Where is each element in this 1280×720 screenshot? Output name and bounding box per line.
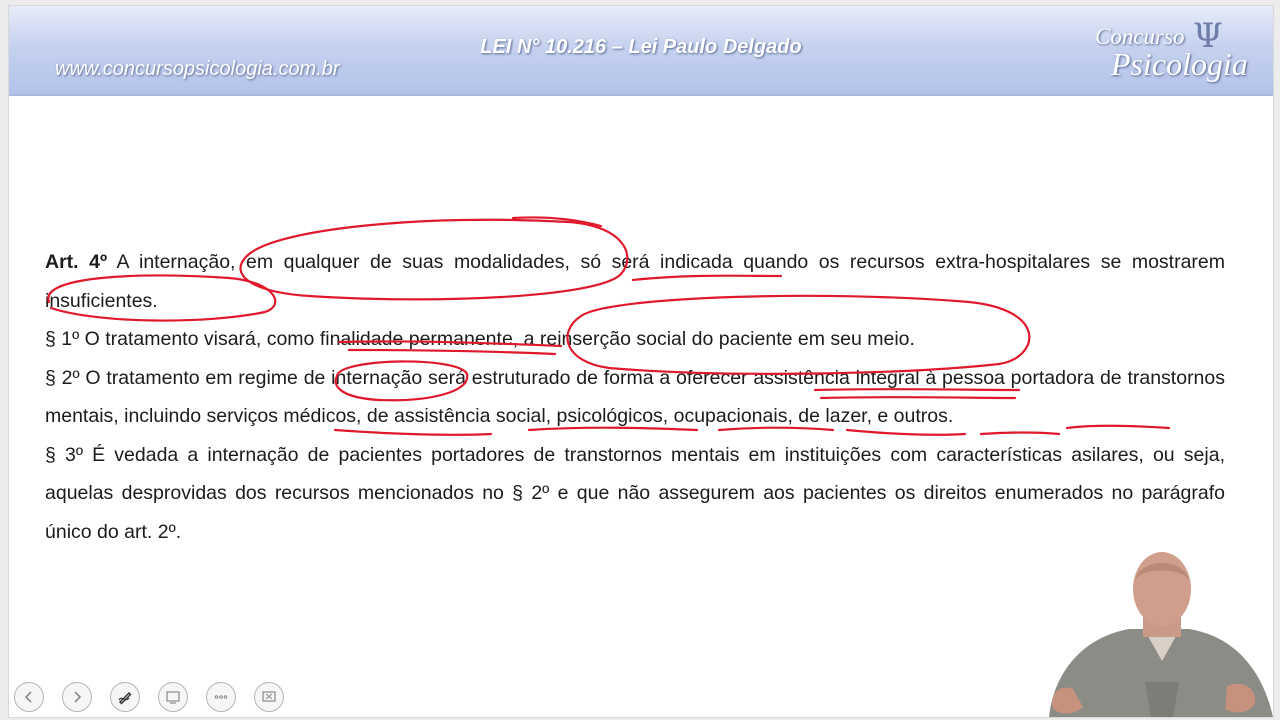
slide-view-icon [166,691,180,704]
article-4-text: A internação, em qualquer de suas modali… [45,251,1226,312]
paragraph-2: § 2º O tratamento em regime de internaçã… [45,366,1225,428]
slide-frame: LEI N° 10.216 – Lei Paulo Delgado www.co… [8,5,1274,718]
more-icon [214,695,228,699]
article-label: Art. 4º [45,251,108,273]
pen-tool-button[interactable] [110,682,140,712]
site-url: www.concursopsicologia.com.br [55,58,340,80]
paragraph-3: § 3º É vedada a internação de pacientes … [45,443,1225,543]
screen-icon [262,691,276,702]
annotation-stroke [511,216,603,228]
prev-slide-button[interactable] [14,682,44,712]
arrow-right-icon [74,691,82,703]
paragraph-1: § 1º O tratamento visará, como finalidad… [45,328,915,350]
logo-text-bottom: Psicologia [1111,46,1248,82]
arrow-left-icon [24,691,32,703]
screen-button[interactable] [254,682,284,712]
speaker-video [1049,552,1273,717]
article-4: Art. 4º A internação, em qualquer de sua… [45,243,1225,320]
concurso-psicologia-logo: Concurso Ψ Psicologia [1095,16,1255,84]
slide-header: LEI N° 10.216 – Lei Paulo Delgado www.co… [9,6,1273,96]
next-slide-button[interactable] [62,682,92,712]
more-options-button[interactable] [206,682,236,712]
slide-view-button[interactable] [158,682,188,712]
pen-icon [118,692,132,705]
law-text: Art. 4º A internação, em qualquer de sua… [45,243,1225,551]
slide-title: LEI N° 10.216 – Lei Paulo Delgado [480,36,802,58]
